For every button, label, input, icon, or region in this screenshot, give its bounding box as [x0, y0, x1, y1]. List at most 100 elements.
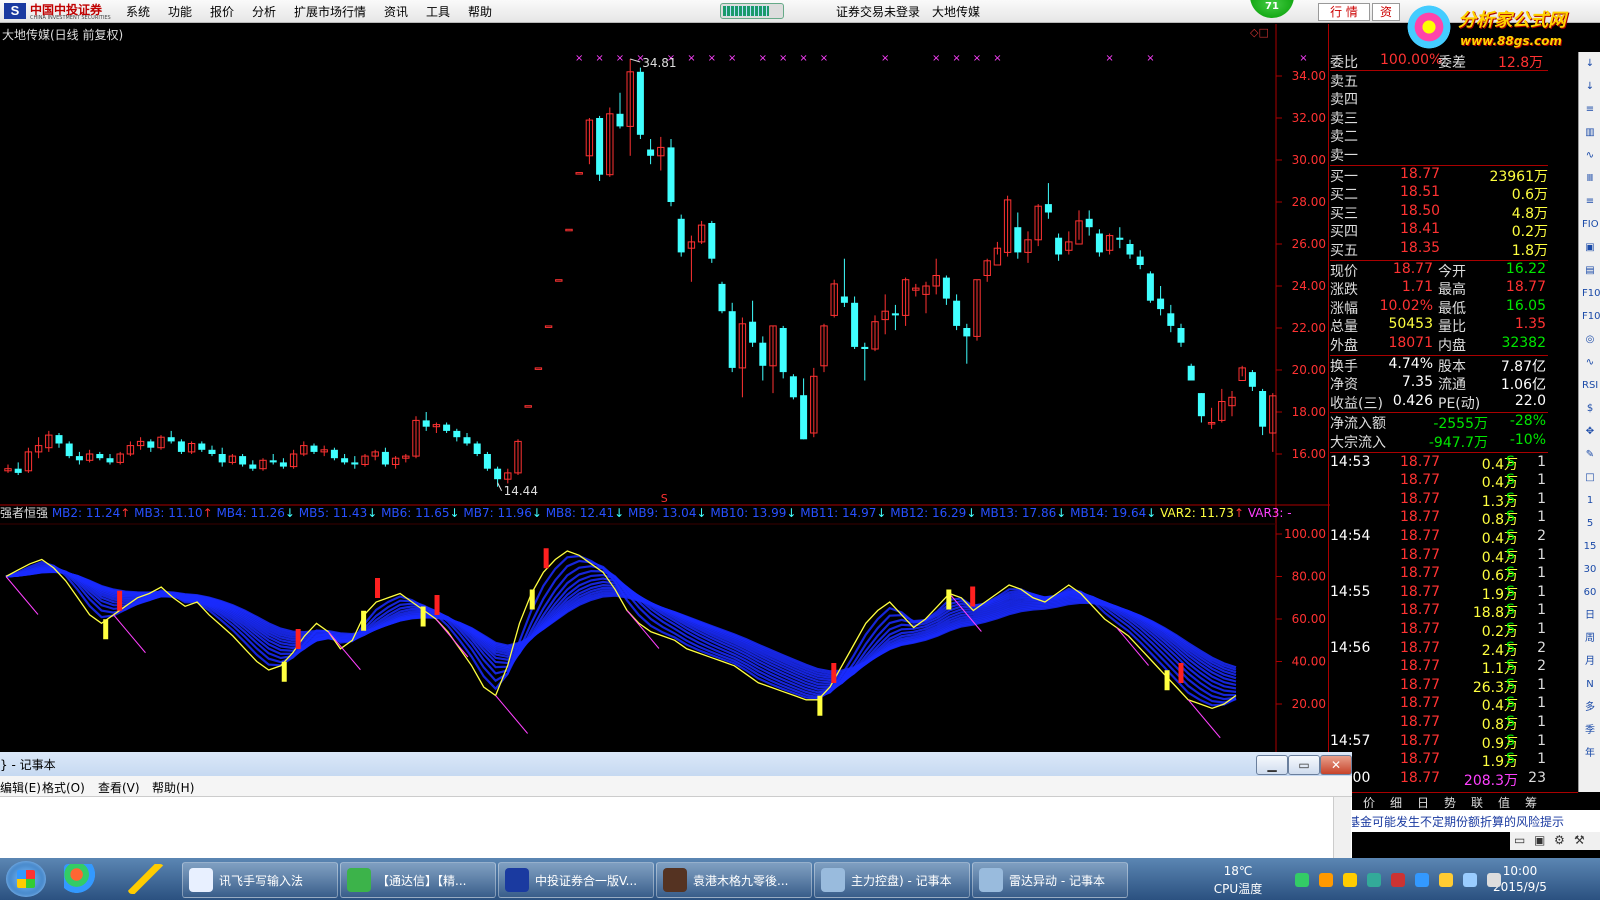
tray-icon[interactable]	[1343, 873, 1357, 887]
news-ticker[interactable]: 级基金可能发生不定期份额折算的风险提示	[1330, 810, 1600, 832]
tick-price: 18.77	[1400, 769, 1441, 786]
quote-tab[interactable]: 细	[1390, 794, 1402, 811]
taskbar-task[interactable]: 袁港木格九零後...	[656, 862, 812, 898]
menu-item-news[interactable]: 资讯	[384, 3, 408, 20]
tray-icon[interactable]	[1439, 873, 1453, 887]
minimize-button[interactable]: ▁	[1256, 755, 1288, 775]
menu-item-system[interactable]: 系统	[126, 3, 150, 20]
indicator-value: MB5: 11.43	[299, 506, 367, 520]
quote-tab[interactable]: 势	[1444, 794, 1456, 811]
side-tool-icon[interactable]: ◎	[1582, 332, 1598, 348]
taskbar-task[interactable]: 中投证券合一版V...	[498, 862, 654, 898]
side-tool-icon[interactable]: ↓	[1582, 79, 1598, 95]
tray-icon[interactable]	[1415, 873, 1429, 887]
tray-icon[interactable]	[1391, 873, 1405, 887]
pinned-app-icon[interactable]	[64, 864, 100, 894]
taskbar-task[interactable]: 【通达信】【精...	[340, 862, 496, 898]
ticker-tool-icon[interactable]: ▣	[1534, 833, 1545, 847]
side-tool-icon[interactable]: ∿	[1582, 355, 1598, 371]
side-tool-icon[interactable]: N	[1582, 677, 1598, 693]
side-tool-icon[interactable]: Ⅲ	[1582, 171, 1598, 187]
quote-tab[interactable]: 筹	[1525, 794, 1537, 811]
side-tool-icon[interactable]: 60	[1582, 585, 1598, 601]
candle-body	[861, 346, 869, 349]
notepad-menu-edit[interactable]: 编辑(E)	[0, 779, 41, 796]
tray-icon[interactable]	[1463, 873, 1477, 887]
side-tool-icon[interactable]: F10	[1582, 309, 1600, 325]
taskbar-task[interactable]: 主力控盘) - 记事本	[814, 862, 970, 898]
tray-icon[interactable]	[1295, 873, 1309, 887]
maximize-button[interactable]: ▭	[1288, 755, 1320, 775]
side-tool-icon[interactable]: ▣	[1582, 240, 1598, 256]
side-tool-icon[interactable]: ▥	[1582, 125, 1598, 141]
side-tool-icon[interactable]: 季	[1582, 723, 1598, 739]
side-tool-icon[interactable]: 日	[1582, 608, 1598, 624]
indicator-value: MB8: 12.41	[546, 506, 614, 520]
candle-body	[647, 149, 655, 156]
tick-row: 18.77 0.8万 S 1	[1330, 509, 1578, 528]
quote-tab[interactable]: 价	[1363, 794, 1375, 811]
side-tool-icon[interactable]: ≡	[1582, 102, 1598, 118]
menu-item-function[interactable]: 功能	[168, 3, 192, 20]
quote-tab[interactable]: 日	[1417, 794, 1429, 811]
tray-icon[interactable]	[1367, 873, 1381, 887]
ticker-tool-icon[interactable]: ⚙	[1554, 833, 1565, 847]
notepad-scrollbar[interactable]	[1333, 797, 1351, 858]
side-tool-icon[interactable]: ↓	[1582, 56, 1598, 72]
side-tool-icon[interactable]: ∿	[1582, 148, 1598, 164]
side-tool-icon[interactable]: RSI	[1582, 378, 1598, 394]
bid-volume: 23961万	[1489, 168, 1548, 185]
news-ticker-text[interactable]: 级基金可能发生不定期份额折算的风险提示	[1336, 813, 1564, 830]
trend-segment	[113, 614, 146, 654]
side-tool-icon[interactable]: $	[1582, 401, 1598, 417]
side-tool-icon[interactable]: ✥	[1582, 424, 1598, 440]
quote-tab[interactable]: 联	[1471, 794, 1483, 811]
menu-item-analysis[interactable]: 分析	[252, 3, 276, 20]
stat-row: 现价 18.77 今开 16.22	[1330, 261, 1578, 280]
taskbar-task[interactable]: 雷达异动 - 记事本	[972, 862, 1128, 898]
side-tool-icon[interactable]: 1	[1582, 493, 1598, 509]
tray-icon[interactable]	[1319, 873, 1333, 887]
x-marker: ×	[728, 53, 736, 64]
candle-body	[534, 367, 543, 370]
ribbon-line	[5, 554, 1237, 707]
side-tool-icon[interactable]: 多	[1582, 700, 1598, 716]
quote-mode-button[interactable]: 行 情	[1318, 3, 1370, 21]
side-tool-icon[interactable]: FIO	[1582, 217, 1599, 233]
candle-body	[891, 313, 899, 316]
quote-tab[interactable]: 值	[1498, 794, 1510, 811]
tick-row: 18.77 0.8万 S 1	[1330, 714, 1578, 733]
start-button[interactable]	[6, 861, 46, 897]
side-tool-icon[interactable]: ≡	[1582, 194, 1598, 210]
candle-body	[14, 468, 22, 473]
menu-item-quote[interactable]: 报价	[210, 3, 234, 20]
pinned-pen-icon[interactable]	[128, 864, 164, 894]
side-tool-icon[interactable]: 周	[1582, 631, 1598, 647]
side-tool-icon[interactable]: 年	[1582, 746, 1598, 762]
tray-icon[interactable]	[1487, 873, 1501, 887]
taskbar-task[interactable]: 讯飞手写输入法	[182, 862, 338, 898]
notepad-menu-view[interactable]: 查看(V)	[98, 779, 140, 796]
side-tool-icon[interactable]: ▤	[1582, 263, 1598, 279]
ticker-tool-icon[interactable]: ⚒	[1574, 833, 1585, 847]
side-tool-icon[interactable]: ✎	[1582, 447, 1598, 463]
side-tool-icon[interactable]: 30	[1582, 562, 1598, 578]
task-label: 袁港木格九零後...	[693, 874, 789, 888]
stat-label: PE(动)	[1438, 395, 1481, 412]
indicator-arrow: ↓	[1146, 506, 1160, 520]
menu-item-extended-market[interactable]: 扩展市场行情	[294, 3, 366, 20]
notepad-menu-format[interactable]: 格式(O)	[42, 779, 85, 796]
menu-item-help[interactable]: 帮助	[468, 3, 492, 20]
candle-body	[1197, 393, 1205, 417]
side-tool-icon[interactable]: 月	[1582, 654, 1598, 670]
side-tool-icon[interactable]: 15	[1582, 539, 1598, 555]
ticker-tool-icon[interactable]: ▭	[1514, 833, 1525, 847]
trade-mode-button[interactable]: 资	[1372, 3, 1400, 21]
notepad-menu-help[interactable]: 帮助(H)	[152, 779, 194, 796]
side-tool-icon[interactable]: 5	[1582, 516, 1598, 532]
kline-chart[interactable]: 34.00 32.00 30.00 28.00 26.00 24.00 22.00 20.00…	[0, 24, 1330, 752]
side-tool-icon[interactable]: □	[1582, 470, 1598, 486]
side-tool-icon[interactable]: F10	[1582, 286, 1600, 302]
menu-item-tools[interactable]: 工具	[426, 3, 450, 20]
close-button[interactable]: ✕	[1320, 755, 1352, 775]
